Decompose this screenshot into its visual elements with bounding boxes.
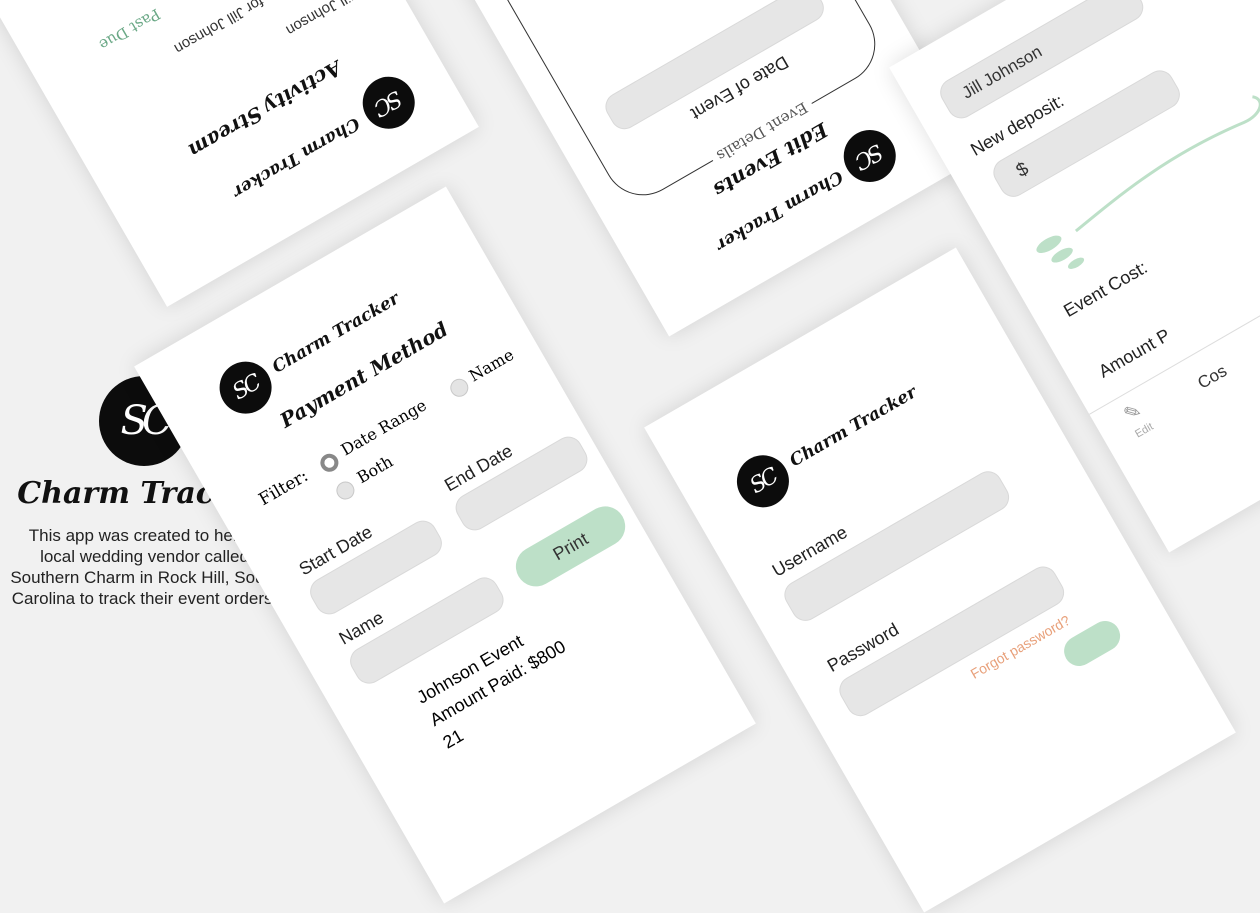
filter-label: Filter: [255, 466, 312, 511]
activity-line-2: Jill Johnson [282, 0, 360, 39]
print-button[interactable]: Print [508, 499, 633, 594]
option-name: Name [465, 344, 518, 386]
event-date: 21 [439, 725, 467, 753]
option-date-range: Date Range [337, 395, 430, 460]
radio-date-range[interactable] [317, 450, 342, 476]
toolbar-divider [1089, 233, 1260, 415]
past-due-status: Past Due [95, 4, 164, 55]
option-both: Both [353, 451, 397, 488]
deposit-action-button[interactable] [1135, 0, 1206, 6]
login-brand: Charm Tracker [786, 382, 921, 472]
activity-logo: SC [353, 67, 425, 139]
edit-icon[interactable]: ✎ [1119, 397, 1146, 427]
radio-name[interactable] [447, 375, 472, 401]
radio-both[interactable] [333, 478, 358, 503]
cost-fragment: Cos [1194, 361, 1231, 393]
payment-heading: Payment Method [275, 316, 452, 433]
amount-paid-label: Amount P [1095, 324, 1174, 382]
